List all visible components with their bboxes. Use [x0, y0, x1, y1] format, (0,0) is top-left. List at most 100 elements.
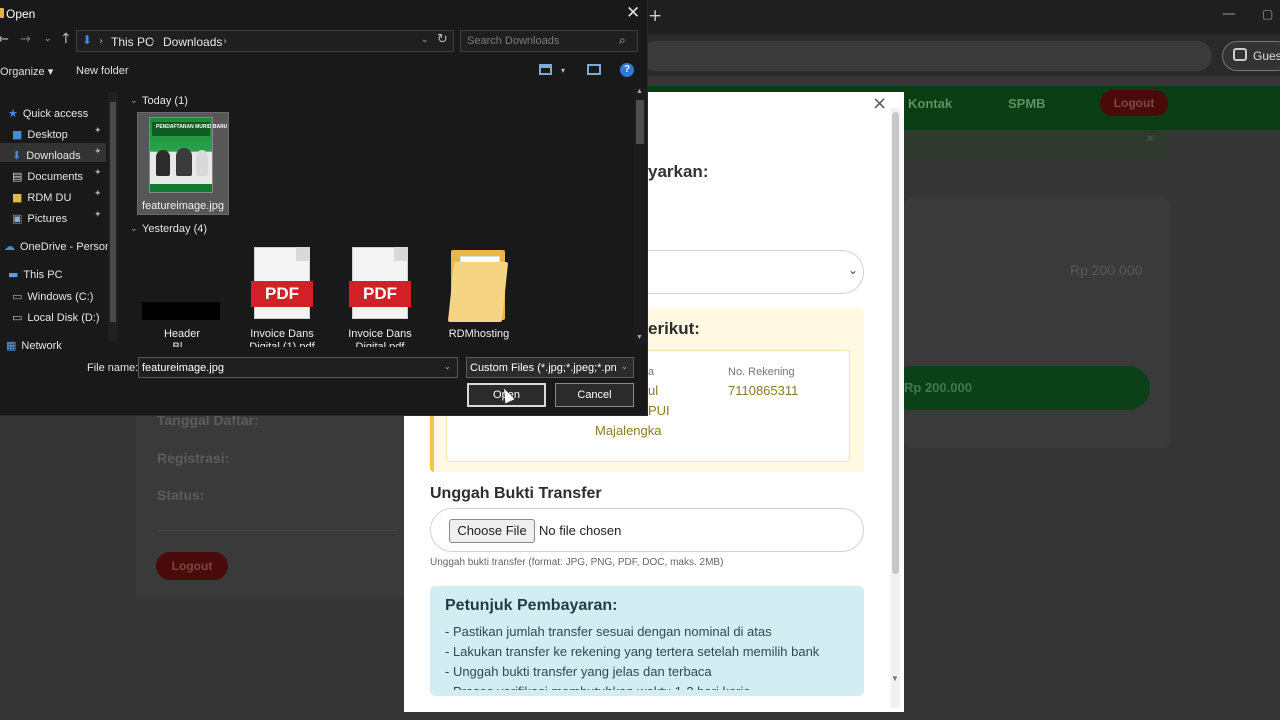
view-dropdown-icon[interactable]: ▾ [561, 66, 565, 75]
account-number: 7110865311 [728, 383, 799, 398]
bank-select[interactable] [620, 250, 864, 294]
dialog-title: Open [6, 7, 36, 21]
bank-info-heading: erikut: [648, 319, 700, 338]
upload-hint: Unggah bukti transfer (format: JPG, PNG,… [430, 557, 724, 568]
instructions-title: Petunjuk Pembayaran: [445, 597, 618, 614]
sidebar-item-this-pc[interactable]: ▬ This PC [8, 265, 106, 283]
sidebar-item-label: Network [21, 340, 62, 352]
drive-icon: ▭ [12, 290, 23, 303]
search-icon[interactable]: ⌕ [619, 33, 626, 48]
sidebar-item-label: Downloads [26, 150, 81, 162]
sidebar-item-label: Quick access [22, 108, 89, 120]
file-list-scrollbar-thumb[interactable] [636, 100, 644, 144]
search-placeholder: Search Downloads [467, 35, 560, 47]
refresh-icon[interactable]: ↻ [437, 32, 448, 47]
sidebar-item-label: Local Disk (D:) [27, 312, 100, 324]
thumbnail-text: PENDAFTARAN MURID BARU [156, 124, 228, 130]
file-name-label[interactable]: RDMhosting [433, 328, 525, 340]
nav-logout-button[interactable]: Logout [1100, 90, 1168, 116]
pdf-badge: PDF [251, 281, 313, 307]
file-name-label[interactable]: Header [136, 328, 228, 340]
file-name-value[interactable]: featureimage.jpg [142, 362, 224, 374]
up-arrow-icon[interactable]: ↑ [60, 31, 72, 47]
maximize-button[interactable]: ▢ [1262, 7, 1273, 21]
pin-icon[interactable]: ✦ [94, 189, 102, 199]
chevron-down-icon[interactable]: ⌄ [444, 362, 451, 371]
file-name-label[interactable]: Invoice Dans [334, 328, 426, 340]
forward-arrow-icon[interactable]: → [20, 32, 31, 47]
group-today[interactable]: Today (1) [142, 95, 188, 107]
organize-menu[interactable]: Organize ▾ [0, 65, 53, 78]
sidebar-item-quick-access[interactable]: ★ Quick access [8, 104, 106, 122]
view-options-icon[interactable] [539, 64, 552, 75]
dialog-close-icon[interactable]: ✕ [626, 3, 640, 23]
sidebar-item-label: OneDrive - Person [20, 241, 108, 253]
cancel-button[interactable]: Cancel [555, 383, 634, 407]
nav-link-spmb[interactable]: SPMB [1008, 96, 1046, 111]
choose-file-button[interactable]: Choose File [449, 519, 535, 543]
breadcrumb-downloads[interactable]: Downloads [163, 35, 222, 49]
sidebar-item-local-disk-d[interactable]: ▭ Local Disk (D:) [12, 308, 110, 326]
nav-link-kontak[interactable]: Kontak [908, 96, 952, 111]
logout-button[interactable]: Logout [156, 552, 228, 580]
thumbnail-figure [176, 148, 192, 176]
nav-scrollbar-thumb[interactable] [110, 102, 116, 322]
upload-title: Unggah Bukti Transfer [430, 485, 602, 502]
download-icon: ⬇ [12, 149, 22, 162]
file-type-value[interactable]: Custom Files (*.jpg;*.jpeg;*.png; [470, 362, 616, 374]
sidebar-item-label: Documents [27, 171, 84, 183]
file-name-label: File name: [87, 362, 139, 374]
cloud-icon: ☁ [4, 240, 15, 253]
folder-front [447, 262, 509, 322]
modal-scrollbar-thumb[interactable] [892, 112, 899, 574]
pin-icon[interactable]: ✦ [94, 126, 102, 136]
alert-close-icon[interactable]: × [1146, 130, 1154, 146]
bank-city: Majalengka [595, 423, 662, 438]
pictures-icon: ▣ [12, 212, 23, 225]
scroll-down-arrow-icon[interactable]: ▼ [891, 674, 899, 683]
payment-heading: yarkan: [648, 162, 709, 181]
chevron-down-icon: ⌄ [848, 263, 859, 277]
price-amount: Rp 200.000 [1070, 262, 1143, 278]
breadcrumb-separator-icon[interactable]: › [223, 36, 227, 47]
pin-icon[interactable]: ✦ [94, 210, 102, 220]
new-folder-button[interactable]: New folder [76, 65, 129, 77]
guest-profile-button[interactable]: Guest [1222, 41, 1280, 71]
sidebar-item-label: Desktop [27, 129, 68, 141]
sidebar-item-onedrive-person[interactable]: ☁ OneDrive - Person [4, 237, 108, 255]
preview-pane-icon[interactable] [587, 64, 601, 75]
pay-button[interactable]: Rp 200.000 [890, 366, 1150, 410]
address-dropdown-icon[interactable]: ⌄ [421, 35, 429, 45]
sidebar-item-windows-c[interactable]: ▭ Windows (C:) [12, 287, 110, 305]
minimize-button[interactable]: — [1222, 6, 1236, 22]
help-icon[interactable]: ? [620, 63, 634, 77]
page-fold [394, 247, 408, 261]
pdf-badge: PDF [349, 281, 411, 307]
bank-account-name-2: PUI [648, 403, 670, 418]
summary-card [904, 198, 1170, 448]
group-yesterday[interactable]: Yesterday (4) [142, 223, 207, 235]
modal-close-icon[interactable]: × [872, 93, 887, 114]
group-collapse-icon[interactable]: ⌄ [130, 96, 138, 106]
instruction-item: - Pastikan jumlah transfer sesuai dengan… [445, 624, 772, 639]
chevron-down-icon[interactable]: ⌄ [621, 362, 628, 371]
scroll-up-icon[interactable]: ▲ [636, 88, 643, 95]
breadcrumb-this-pc[interactable]: This PC [111, 35, 154, 49]
computer-icon: ▬ [8, 268, 19, 281]
new-tab-button[interactable]: + [648, 6, 662, 26]
breadcrumb-separator-icon[interactable]: › [99, 36, 103, 47]
address-bar[interactable] [640, 41, 1212, 71]
file-name-label[interactable]: Invoice Dans [236, 328, 328, 340]
bank-account-name: ul [648, 383, 659, 398]
scroll-down-icon[interactable]: ▼ [636, 334, 643, 341]
page-fold [296, 247, 310, 261]
pin-icon[interactable]: ✦ [94, 147, 102, 157]
back-arrow-icon[interactable]: ← [0, 32, 9, 47]
label-status: Status: [157, 487, 205, 503]
sidebar-item-network[interactable]: ▦ Network [6, 336, 104, 354]
pin-icon[interactable]: ✦ [94, 168, 102, 178]
breadcrumb-separator-icon[interactable]: › [151, 36, 155, 47]
video-thumbnail[interactable] [142, 302, 220, 320]
recent-locations-chevron-icon[interactable]: ⌄ [44, 34, 52, 44]
group-collapse-icon[interactable]: ⌄ [130, 224, 138, 234]
